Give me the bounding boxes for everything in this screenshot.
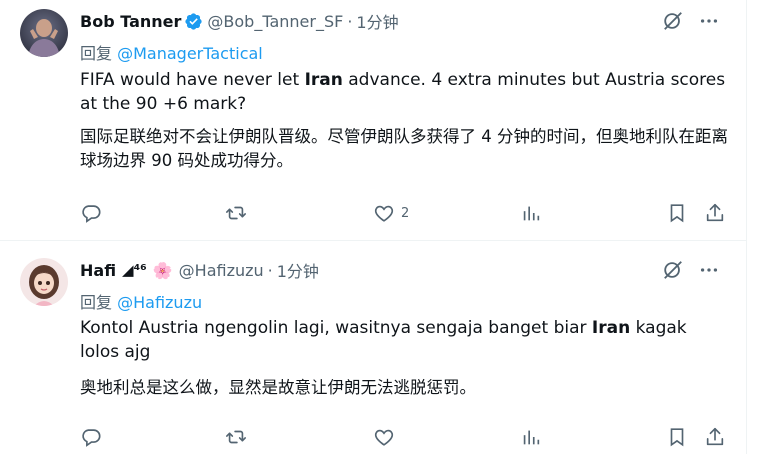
flower-emoji: 🌸 <box>152 260 173 280</box>
retweet-button[interactable] <box>225 426 247 448</box>
tweet-translation: 奥地利总是这么做，显然是故意让伊朗无法逃脱惩罚。 <box>80 378 476 397</box>
more-icon[interactable] <box>698 259 720 281</box>
bookmark-icon <box>666 202 688 224</box>
grok-icon[interactable] <box>662 10 684 32</box>
bookmark-icon <box>666 426 688 448</box>
retweet-icon <box>225 426 247 448</box>
retweet-icon <box>225 202 247 224</box>
reply-icon <box>80 202 102 224</box>
timeline: Bob Tanner @Bob_Tanner_SF · 1分钟 回复 @Mana… <box>0 0 747 454</box>
reply-prefix: 回复 <box>80 293 113 312</box>
reply-mention[interactable]: @ManagerTactical <box>117 44 263 63</box>
separator-dot: · <box>267 260 273 280</box>
grok-icon[interactable] <box>662 259 684 281</box>
tweet-text-part: FIFA would have never let <box>80 70 305 90</box>
bookmark-button[interactable] <box>666 426 688 448</box>
tweet-text-highlight: Iran <box>304 70 343 90</box>
replying-to: 回复 @ManagerTactical <box>80 40 263 64</box>
tweet-actions: 2 <box>80 202 730 226</box>
share-icon <box>704 426 726 448</box>
like-button[interactable]: 2 <box>373 202 409 224</box>
tweet-top-actions <box>662 10 720 32</box>
separator-dot: · <box>347 11 353 31</box>
bookmark-button[interactable] <box>666 202 688 224</box>
reply-icon <box>80 426 102 448</box>
timestamp[interactable]: 1分钟 <box>277 258 319 282</box>
replying-to: 回复 @Hafizuzu <box>80 289 202 313</box>
tweet-header: Bob Tanner @Bob_Tanner_SF · 1分钟 <box>80 9 399 33</box>
like-icon <box>373 426 395 448</box>
reply-mention[interactable]: @Hafizuzu <box>117 293 202 312</box>
name-suffix: ◢⁴⁶ <box>122 261 147 279</box>
timestamp[interactable]: 1分钟 <box>356 9 398 33</box>
reply-prefix: 回复 <box>80 44 113 63</box>
share-button[interactable] <box>704 426 726 448</box>
tweet-header: Hafi ◢⁴⁶ 🌸 @Hafizuzu · 1分钟 <box>80 258 319 282</box>
tweet-text: FIFA would have never let Iran advance. … <box>80 68 730 116</box>
avatar[interactable] <box>20 9 68 57</box>
views-button[interactable] <box>520 426 542 448</box>
tweet-text-part: Kontol Austria ngengolin lagi, wasitnya … <box>80 318 592 338</box>
like-button[interactable] <box>373 426 395 448</box>
reply-button[interactable] <box>80 426 102 448</box>
verified-badge-icon <box>184 12 203 31</box>
display-name[interactable]: Bob Tanner <box>80 12 181 31</box>
views-icon <box>520 202 542 224</box>
handle[interactable]: @Bob_Tanner_SF <box>207 12 343 31</box>
tweet-text-highlight: Iran <box>591 318 631 338</box>
retweet-button[interactable] <box>225 202 247 224</box>
avatar[interactable] <box>20 258 68 306</box>
avatar-image <box>20 9 68 57</box>
share-icon <box>704 202 726 224</box>
share-button[interactable] <box>704 202 726 224</box>
views-button[interactable] <box>520 202 542 224</box>
more-icon[interactable] <box>698 10 720 32</box>
avatar-image <box>20 258 68 306</box>
like-icon <box>373 202 395 224</box>
tweet-top-actions <box>662 259 720 281</box>
views-icon <box>520 426 542 448</box>
tweet-actions <box>80 426 730 450</box>
tweet-translation: 国际足联绝对不会让伊朗队晋级。尽管伊朗队多获得了 4 分钟的时间，但奥地利队在距… <box>80 127 728 170</box>
handle[interactable]: @Hafizuzu <box>179 261 264 280</box>
like-count: 2 <box>401 205 410 221</box>
tweet-text: Kontol Austria ngengolin lagi, wasitnya … <box>80 316 730 364</box>
reply-button[interactable] <box>80 202 102 224</box>
display-name[interactable]: Hafi <box>80 261 116 280</box>
